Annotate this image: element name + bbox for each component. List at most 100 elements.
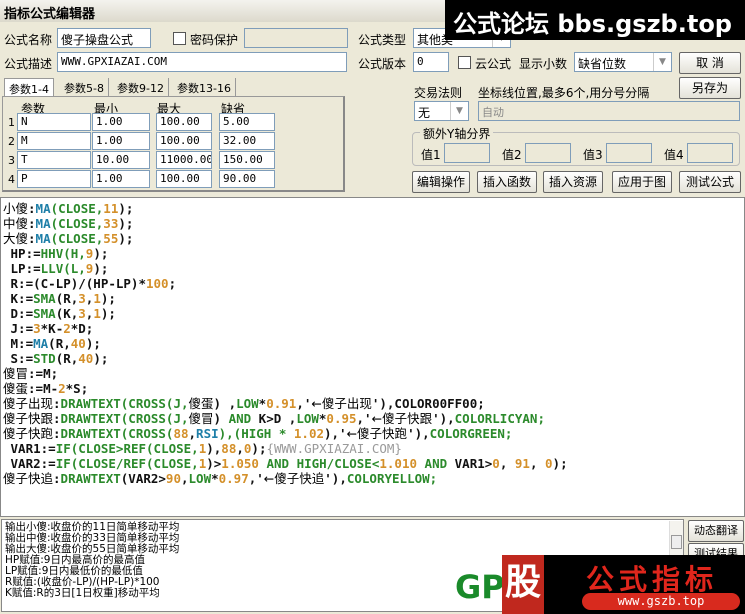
scrollbar-thumb[interactable] xyxy=(671,535,682,549)
param-cell[interactable]: 10.00 xyxy=(92,151,150,169)
code-line: 傻蛋:=M-2*S; xyxy=(3,381,742,396)
code-token: (CLOSE, xyxy=(50,216,104,231)
param-cell[interactable]: 1.00 xyxy=(92,170,150,188)
code-token: M:= xyxy=(3,336,34,351)
y4-input[interactable] xyxy=(687,143,733,163)
code-token: (R, xyxy=(48,336,71,351)
param-row-index: 2 xyxy=(8,135,15,148)
code-token: ) xyxy=(213,411,229,426)
code-token: AND xyxy=(258,456,297,471)
code-token: IF xyxy=(55,456,71,471)
code-token: (CROSS(J, xyxy=(120,396,189,411)
code-token: COLORYELLOW; xyxy=(346,471,438,486)
param-cell[interactable]: P xyxy=(17,170,91,188)
chevron-down-icon[interactable]: ▼ xyxy=(653,53,671,71)
y3-input[interactable] xyxy=(606,143,652,163)
code-line: VAR2:=IF(CLOSE/REF(CLOSE,1)>1.050 AND HI… xyxy=(3,456,742,471)
code-token: 40 xyxy=(78,351,94,366)
code-token: HP:= xyxy=(3,246,41,261)
code-token: 0.95 xyxy=(326,411,357,426)
param-cell[interactable]: 1.00 xyxy=(92,132,150,150)
param-cell[interactable]: 11000.00 xyxy=(156,151,212,169)
axis-input[interactable]: 自动 xyxy=(478,101,740,121)
param-row-index: 3 xyxy=(8,154,15,167)
param-cell[interactable]: T xyxy=(17,151,91,169)
param-cell[interactable]: 1.00 xyxy=(92,113,150,131)
chevron-down-icon[interactable]: ▼ xyxy=(450,102,468,120)
code-token: 33 xyxy=(103,216,119,231)
param-cell[interactable]: 32.00 xyxy=(219,132,275,150)
code-token: (VAR2> xyxy=(120,471,166,486)
param-cell[interactable]: 150.00 xyxy=(219,151,275,169)
code-token: REF xyxy=(123,456,147,471)
code-token: 0 xyxy=(492,456,500,471)
y2-label: 值2 xyxy=(502,148,522,162)
code-token: ); xyxy=(93,246,109,261)
tab-params-5-8[interactable]: 参数5-8 xyxy=(60,78,109,96)
code-token: (R, xyxy=(55,351,79,366)
code-token: 傻蛋 xyxy=(188,396,214,411)
edit-ops-button[interactable]: 编辑操作 xyxy=(412,171,470,193)
code-token: 40 xyxy=(70,336,86,351)
tab-params-13-16[interactable]: 参数13-16 xyxy=(173,78,236,96)
trade-rule-select[interactable]: 无 ▼ xyxy=(414,101,469,121)
code-token: : xyxy=(53,426,61,441)
save-as-button[interactable]: 另存为 xyxy=(679,77,741,99)
cloud-checkbox[interactable] xyxy=(458,56,471,69)
name-input[interactable]: 傻子操盘公式 xyxy=(57,28,151,48)
y1-input[interactable] xyxy=(444,143,490,163)
tab-params-1-4[interactable]: 参数1-4 xyxy=(4,78,54,96)
insert-func-button[interactable]: 插入函数 xyxy=(477,171,537,193)
code-line: S:=STD(R,40); xyxy=(3,351,742,366)
code-token: ,' xyxy=(356,411,372,426)
code-token: , xyxy=(529,456,546,471)
apply-button[interactable]: 应用于图 xyxy=(612,171,672,193)
code-token: DRAWTEXT xyxy=(60,471,121,486)
test-button[interactable]: 测试公式 xyxy=(679,171,741,193)
param-cell[interactable]: 90.00 xyxy=(219,170,275,188)
tab-params-9-12[interactable]: 参数9-12 xyxy=(113,78,169,96)
password-checkbox[interactable] xyxy=(173,32,186,45)
code-token: ; xyxy=(168,276,177,291)
code-token: COLORGREEN; xyxy=(429,426,513,441)
param-cell[interactable]: 5.00 xyxy=(219,113,275,131)
code-token: 91 xyxy=(514,456,530,471)
code-token: ,' xyxy=(248,471,264,486)
code-token: : xyxy=(53,471,61,486)
code-token: ,' xyxy=(296,396,312,411)
code-token: ); xyxy=(251,441,267,456)
param-cell[interactable]: N xyxy=(17,113,91,131)
logo-url: www.gszb.top xyxy=(582,593,740,610)
y2-input[interactable] xyxy=(525,143,571,163)
code-token: 90 xyxy=(165,471,181,486)
code-editor[interactable]: 小傻:MA(CLOSE,11); 中傻:MA(CLOSE,33); 大傻:MA(CL… xyxy=(0,197,745,517)
code-token: (CLOSE, xyxy=(146,441,199,456)
cancel-button[interactable]: 取 消 xyxy=(679,52,741,74)
code-token: ←傻子出现 xyxy=(311,396,372,411)
code-line: LP:=LLV(L,9); xyxy=(3,261,742,276)
code-token: REF xyxy=(123,441,147,456)
param-cell[interactable]: 100.00 xyxy=(156,132,212,150)
code-token: 3 xyxy=(78,306,86,321)
code-token: 88 xyxy=(173,426,189,441)
code-token: (R, xyxy=(55,291,79,306)
code-token: RSI xyxy=(196,426,219,441)
code-line: 傻子出现:DRAWTEXT(CROSS(J,傻蛋) ,LOW*0.91,'←傻子… xyxy=(3,396,742,411)
code-token: LOW xyxy=(188,471,212,486)
dynamic-translate-button[interactable]: 动态翻译 xyxy=(688,520,744,542)
param-cell[interactable]: M xyxy=(17,132,91,150)
code-token: ←傻子快追 xyxy=(263,471,325,486)
decimal-select[interactable]: 缺省位数 ▼ xyxy=(574,52,672,72)
param-cell[interactable]: 100.00 xyxy=(156,170,212,188)
code-token: HHV xyxy=(40,246,64,261)
insert-res-button[interactable]: 插入资源 xyxy=(543,171,603,193)
code-line: M:=MA(R,40); xyxy=(3,336,742,351)
desc-input[interactable]: WWW.GPXIAZAI.COM xyxy=(57,52,347,72)
code-token: STD xyxy=(33,351,56,366)
code-token: LOW xyxy=(296,411,319,426)
code-token: ); xyxy=(118,231,134,246)
param-cell[interactable]: 100.00 xyxy=(156,113,212,131)
code-token: AND xyxy=(228,411,252,426)
version-input[interactable]: 0 xyxy=(413,52,449,72)
password-input[interactable] xyxy=(244,28,348,48)
